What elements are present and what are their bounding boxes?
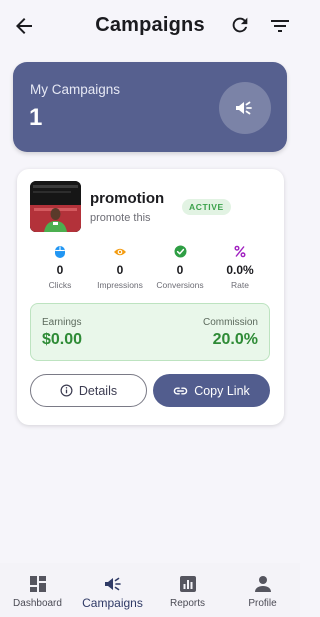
info-icon [60,384,73,397]
summary-label: My Campaigns [30,82,121,97]
earnings-value: $0.00 [42,331,83,348]
nav-item-dashboard[interactable]: Dashboard [0,563,75,617]
dashboard-icon [29,576,46,592]
mouse-icon [55,246,65,258]
earnings-label: Earnings [42,317,82,328]
metric-value: 0 [176,263,184,277]
status-badge: ACTIVE [182,199,231,215]
megaphone-icon [104,577,121,591]
metric-value: 0.0% [226,263,254,277]
metric-impressions: 0 Impressions [90,245,150,290]
profile-icon [254,576,271,592]
metric-value: 0 [56,263,64,277]
nav-label: Profile [248,598,277,609]
summary-icon-badge [219,82,271,134]
nav-label: Reports [169,598,205,609]
percent-icon [234,245,246,258]
commission-value: 20.0% [212,331,258,348]
bottom-navigation: Dashboard Campaigns Reports Profile [0,563,300,617]
page-title: Campaigns [95,14,205,36]
filter-icon[interactable] [268,14,292,38]
metric-value: 0 [116,263,124,277]
campaign-title: promotion [90,190,165,207]
campaign-description: promote this [90,212,151,224]
campaign-thumbnail [30,181,81,232]
copy-link-button-label: Copy Link [194,383,250,398]
metric-label: Rate [231,280,249,290]
metric-rate: 0.0% Rate [210,245,270,290]
megaphone-icon [236,101,252,115]
eye-icon [114,248,126,256]
metric-label: Impressions [97,280,143,290]
nav-label: Dashboard [13,598,62,609]
campaign-metrics: 0 Clicks 0 Impressions 0 Conversions 0.0… [30,245,273,293]
reports-icon [179,576,196,592]
earnings-panel: Earnings $0.00 Commission 20.0% [30,303,270,361]
nav-label: Campaigns [82,596,143,610]
campaign-count: 1 [29,104,43,131]
check-circle-icon [174,245,186,258]
details-button[interactable]: Details [30,374,147,407]
nav-item-profile[interactable]: Profile [225,563,300,617]
link-icon [173,386,188,395]
campaigns-summary-card: My Campaigns 1 [13,62,287,152]
refresh-icon[interactable] [229,14,251,36]
commission-label: Commission [202,317,258,328]
top-app-bar: Campaigns [0,0,300,52]
campaign-card[interactable]: promotion promote this ACTIVE 0 Clicks 0… [17,169,284,425]
details-button-label: Details [78,383,118,398]
copy-link-button[interactable]: Copy Link [153,374,270,407]
app-root: Campaigns My Campaigns 1 promotion promo… [0,0,300,617]
nav-item-campaigns[interactable]: Campaigns [75,563,150,617]
metric-conversions: 0 Conversions [150,245,210,290]
nav-item-reports[interactable]: Reports [150,563,225,617]
metric-label: Clicks [48,280,72,290]
metric-label: Conversions [156,280,204,290]
metric-clicks: 0 Clicks [30,245,90,290]
